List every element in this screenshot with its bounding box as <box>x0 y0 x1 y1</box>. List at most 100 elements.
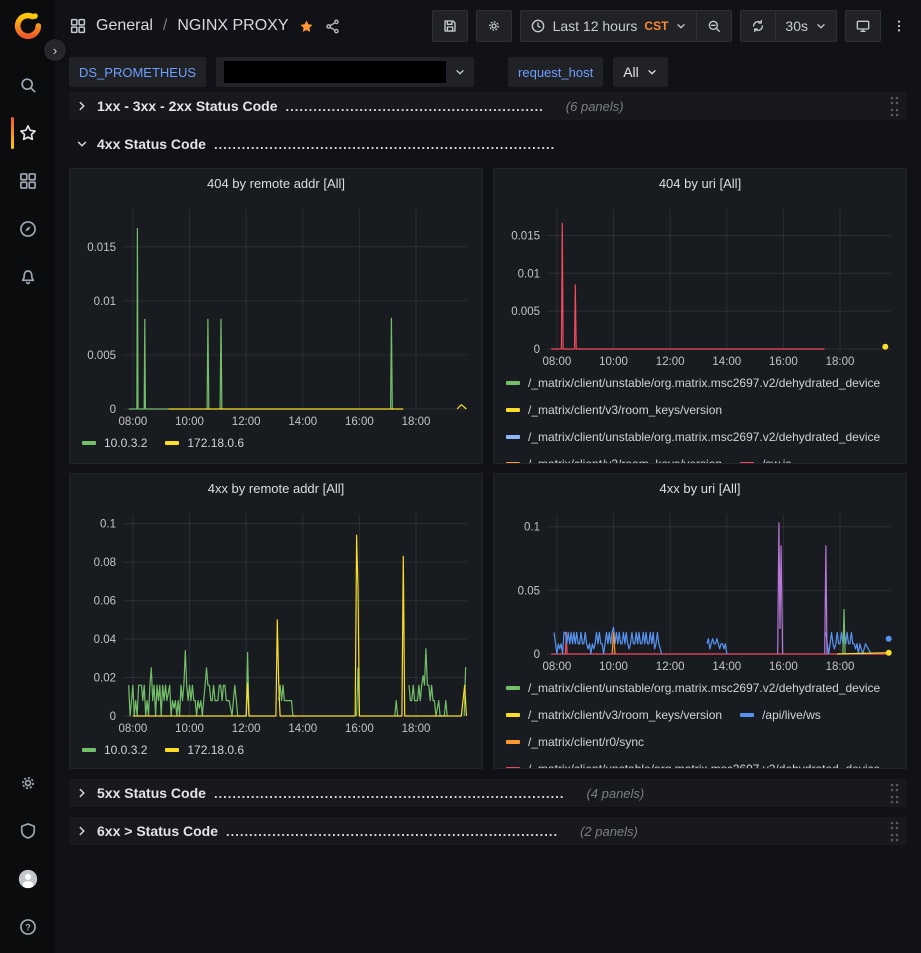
legend-swatch <box>82 441 96 445</box>
time-series-chart[interactable]: 08:0010:0012:0014:0016:0018:0000.0050.01… <box>77 199 475 429</box>
refresh-group: 30s <box>740 10 837 42</box>
time-series-chart[interactable]: 08:0010:0012:0014:0016:0018:0000.0050.01… <box>501 199 899 369</box>
legend-item[interactable]: 10.0.3.2 <box>82 741 147 758</box>
zoom-out-time-button[interactable] <box>697 11 731 41</box>
sidebar-item-search[interactable] <box>0 61 55 109</box>
panel-title[interactable]: 4xx by uri [All] <box>494 474 906 504</box>
more-options-button[interactable] <box>889 10 909 42</box>
legend-item[interactable]: /_matrix/client/v3/room_keys/version <box>506 455 722 463</box>
breadcrumb: General / NGINX PROXY <box>69 17 341 35</box>
breadcrumb-folder[interactable]: General <box>96 17 153 35</box>
svg-text:14:00: 14:00 <box>712 356 741 368</box>
dashboards-grid-icon <box>18 171 38 191</box>
legend-item[interactable]: /_matrix/client/v3/room_keys/version <box>506 706 722 723</box>
svg-text:0.05: 0.05 <box>518 585 540 597</box>
svg-text:14:00: 14:00 <box>288 416 317 428</box>
row-drag-handle[interactable] <box>889 782 899 804</box>
legend-item[interactable]: /_matrix/client/unstable/org.matrix.msc2… <box>506 374 880 391</box>
legend-swatch <box>506 462 520 464</box>
panel-title[interactable]: 404 by uri [All] <box>494 169 906 199</box>
sidebar-item-help[interactable]: ? <box>0 903 55 951</box>
svg-text:0: 0 <box>110 711 116 723</box>
legend-item[interactable]: /_matrix/client/unstable/org.matrix.msc2… <box>506 760 880 768</box>
svg-text:0: 0 <box>534 344 540 356</box>
dashboard-toolbar: General / NGINX PROXY Last 12 hours CST <box>55 0 921 52</box>
panel-title[interactable]: 4xx by remote addr [All] <box>70 474 482 504</box>
panel-404-by-remote-addr: 404 by remote addr [All] 08:0010:0012:00… <box>69 168 483 464</box>
legend-swatch <box>506 381 520 385</box>
breadcrumb-dashboard-title[interactable]: NGINX PROXY <box>177 17 288 35</box>
sidebar-expand-button[interactable]: › <box>44 39 66 61</box>
variables-bar: DS_PROMETHEUS request_host All <box>55 52 921 92</box>
row-header-5xx[interactable]: 5xx Status Code ........................… <box>69 779 907 807</box>
svg-text:08:00: 08:00 <box>119 416 148 428</box>
row-title-dots: ........................................… <box>214 786 565 801</box>
sidebar-item-starred[interactable] <box>0 109 55 157</box>
svg-text:0.02: 0.02 <box>94 673 116 685</box>
sidebar-item-alerting[interactable] <box>0 253 55 301</box>
chevron-right-icon <box>75 786 89 800</box>
legend-item[interactable]: /api/live/ws <box>740 706 821 723</box>
row-title-dots: ........................................… <box>214 137 555 152</box>
time-series-chart[interactable]: 08:0010:0012:0014:0016:0018:0000.020.040… <box>77 504 475 736</box>
sidebar: ? <box>0 0 55 953</box>
variable-value-request-host[interactable]: All <box>613 57 668 87</box>
legend-label: /_matrix/client/v3/room_keys/version <box>528 708 722 722</box>
dashboard-settings-button[interactable] <box>476 10 512 42</box>
row-header-6xx[interactable]: 6xx > Status Code ......................… <box>69 817 907 845</box>
svg-text:16:00: 16:00 <box>345 723 374 735</box>
grafana-logo-icon[interactable] <box>13 9 43 39</box>
legend-label: 172.18.0.6 <box>187 436 244 450</box>
legend-label: /_matrix/client/v3/room_keys/version <box>528 403 722 417</box>
chevron-down-icon <box>675 20 687 32</box>
legend-item[interactable]: 172.18.0.6 <box>165 741 244 758</box>
row-drag-handle[interactable] <box>889 95 899 117</box>
share-icon[interactable] <box>324 18 341 35</box>
sidebar-item-explore[interactable] <box>0 205 55 253</box>
svg-text:0.08: 0.08 <box>94 557 116 569</box>
panel-title[interactable]: 404 by remote addr [All] <box>70 169 482 199</box>
refresh-interval-picker[interactable]: 30s <box>776 11 836 41</box>
time-series-chart[interactable]: 08:0010:0012:0014:0016:0018:0000.050.1 <box>501 504 899 674</box>
row-panel-count: (2 panels) <box>580 824 638 839</box>
search-icon <box>18 75 38 95</box>
legend-item[interactable]: /_matrix/client/unstable/org.matrix.msc2… <box>506 428 880 445</box>
legend-item[interactable]: /_matrix/client/unstable/org.matrix.msc2… <box>506 679 880 696</box>
help-icon: ? <box>18 917 38 937</box>
chevron-right-icon <box>75 99 89 113</box>
save-dashboard-button[interactable] <box>432 10 468 42</box>
row-header-1xx-3xx-2xx[interactable]: 1xx - 3xx - 2xx Status Code ............… <box>69 92 907 120</box>
favorite-star-icon[interactable] <box>298 18 315 35</box>
legend-item[interactable]: /_matrix/client/v3/room_keys/version <box>506 401 722 418</box>
svg-text:08:00: 08:00 <box>543 661 572 673</box>
time-range-picker[interactable]: Last 12 hours CST <box>521 11 697 41</box>
sidebar-item-server-admin[interactable] <box>0 807 55 855</box>
svg-text:0.1: 0.1 <box>524 522 540 534</box>
tv-mode-button[interactable] <box>845 10 881 42</box>
legend-label: /_matrix/client/v3/room_keys/version <box>528 457 722 464</box>
row-drag-handle[interactable] <box>889 820 899 842</box>
sidebar-item-configuration[interactable] <box>0 759 55 807</box>
panel-legend: /_matrix/client/unstable/org.matrix.msc2… <box>494 369 906 463</box>
svg-text:18:00: 18:00 <box>402 723 431 735</box>
legend-swatch <box>740 713 754 717</box>
legend-item[interactable]: /_matrix/client/r0/sync <box>506 733 644 750</box>
row-header-4xx[interactable]: 4xx Status Code ........................… <box>69 130 907 158</box>
panel-404-by-uri: 404 by uri [All] 08:0010:0012:0014:0016:… <box>493 168 907 464</box>
sidebar-item-profile[interactable] <box>0 855 55 903</box>
svg-text:18:00: 18:00 <box>402 416 431 428</box>
svg-text:12:00: 12:00 <box>232 416 261 428</box>
sidebar-item-dashboards[interactable] <box>0 157 55 205</box>
svg-text:16:00: 16:00 <box>769 661 798 673</box>
legend-item[interactable]: 10.0.3.2 <box>82 434 147 451</box>
refresh-button[interactable] <box>741 11 775 41</box>
legend-item[interactable]: /sw.js <box>740 455 791 463</box>
timezone-label: CST <box>644 19 668 33</box>
legend-item[interactable]: 172.18.0.6 <box>165 434 244 451</box>
variable-value-ds-prometheus[interactable] <box>216 57 474 87</box>
row-title-dots: ........................................… <box>286 99 544 114</box>
apps-grid-icon[interactable] <box>69 17 87 35</box>
chevron-down-icon <box>815 20 827 32</box>
row-panel-count: (4 panels) <box>586 786 644 801</box>
legend-swatch <box>506 686 520 690</box>
